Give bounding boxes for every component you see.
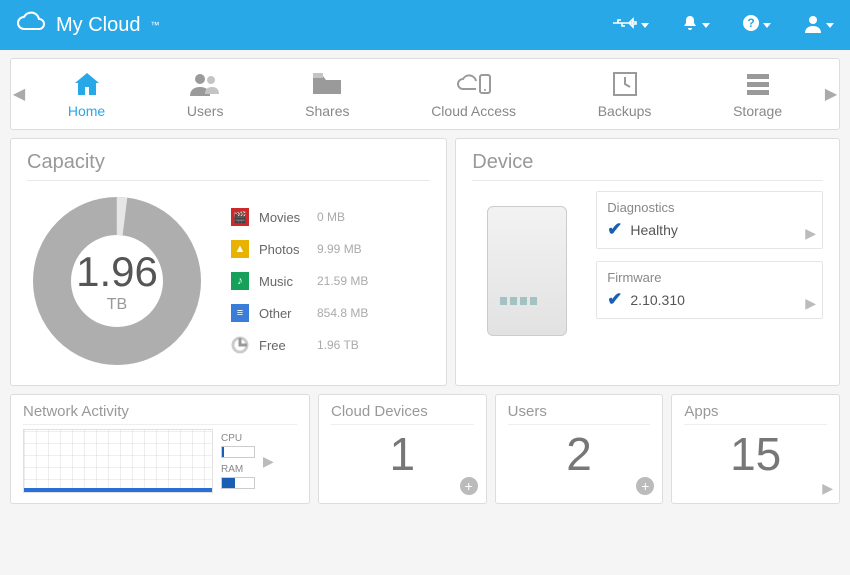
chevron-down-icon bbox=[641, 23, 649, 28]
legend-free: Free1.96 TB bbox=[231, 336, 368, 354]
check-icon: ✔ bbox=[607, 219, 622, 240]
folder-icon bbox=[311, 69, 343, 99]
topbar: My Cloud ™ ? bbox=[0, 0, 850, 50]
device-image bbox=[472, 191, 582, 351]
usb-icon bbox=[612, 16, 638, 35]
firmware-title: Firmware bbox=[607, 270, 812, 285]
storage-icon bbox=[744, 69, 772, 99]
diagnostics-card[interactable]: Diagnostics ✔ Healthy ▶ bbox=[596, 191, 823, 249]
device-title: Device bbox=[472, 151, 823, 181]
capacity-donut: 1.96 TB bbox=[27, 191, 207, 371]
movies-icon: 🎬 bbox=[231, 208, 249, 226]
nav-home[interactable]: Home bbox=[58, 65, 115, 123]
home-icon bbox=[72, 69, 102, 99]
users-title: Users bbox=[508, 403, 651, 425]
cpu-label: CPU bbox=[221, 433, 255, 444]
chevron-down-icon bbox=[763, 23, 771, 28]
capacity-value: 1.96 bbox=[76, 248, 158, 296]
nav-label: Backups bbox=[598, 103, 652, 119]
notifications-menu[interactable] bbox=[681, 14, 710, 37]
legend-photos: ▲Photos9.99 MB bbox=[231, 240, 368, 258]
bell-icon bbox=[681, 14, 699, 37]
nav-next[interactable]: ▶ bbox=[823, 84, 839, 104]
topbar-actions: ? bbox=[612, 13, 834, 38]
cloud-devices-panel[interactable]: Cloud Devices 1 + bbox=[318, 394, 487, 504]
cloud-logo-icon bbox=[16, 11, 46, 39]
tm-mark: ™ bbox=[150, 20, 159, 30]
nav-label: Shares bbox=[305, 103, 349, 119]
help-icon: ? bbox=[742, 14, 760, 37]
chevron-right-icon: ▶ bbox=[805, 225, 816, 242]
nav-backups[interactable]: Backups bbox=[588, 65, 662, 123]
network-chart bbox=[23, 429, 213, 493]
user-icon bbox=[803, 13, 823, 38]
diagnostics-value: Healthy bbox=[630, 222, 677, 238]
nav-label: Home bbox=[68, 103, 105, 119]
diagnostics-title: Diagnostics bbox=[607, 200, 812, 215]
nav-label: Storage bbox=[733, 103, 782, 119]
nav-users[interactable]: Users bbox=[177, 65, 234, 123]
apps-title: Apps bbox=[684, 403, 827, 425]
cloud-devices-title: Cloud Devices bbox=[331, 403, 474, 425]
chevron-down-icon bbox=[702, 23, 710, 28]
add-user-button[interactable]: + bbox=[636, 477, 654, 495]
chevron-right-icon[interactable]: ▶ bbox=[263, 453, 274, 470]
chevron-down-icon bbox=[826, 23, 834, 28]
legend-music: ♪Music21.59 MB bbox=[231, 272, 368, 290]
check-icon: ✔ bbox=[607, 289, 622, 310]
svg-text:?: ? bbox=[747, 16, 754, 30]
apps-value: 15 bbox=[684, 429, 827, 477]
nav-label: Cloud Access bbox=[431, 103, 516, 119]
help-menu[interactable]: ? bbox=[742, 14, 771, 37]
cloud-devices-value: 1 bbox=[331, 429, 474, 477]
photos-icon: ▲ bbox=[231, 240, 249, 258]
nav-cloud-access[interactable]: Cloud Access bbox=[421, 65, 526, 123]
free-icon bbox=[231, 336, 249, 354]
file-icon: ≡ bbox=[231, 304, 249, 322]
nav-storage[interactable]: Storage bbox=[723, 65, 792, 123]
backup-icon bbox=[611, 69, 639, 99]
usb-menu[interactable] bbox=[612, 16, 649, 35]
network-title: Network Activity bbox=[23, 403, 297, 425]
nav-label: Users bbox=[187, 103, 224, 119]
nav-prev[interactable]: ◀ bbox=[11, 84, 27, 104]
cpu-meter: CPU bbox=[221, 433, 255, 458]
users-icon bbox=[188, 69, 222, 99]
brand-title: My Cloud bbox=[56, 14, 140, 37]
chevron-right-icon: ▶ bbox=[822, 480, 833, 497]
cloud-device-icon bbox=[456, 69, 492, 99]
users-panel[interactable]: Users 2 + bbox=[495, 394, 664, 504]
music-icon: ♪ bbox=[231, 272, 249, 290]
capacity-legend: 🎬Movies0 MB ▲Photos9.99 MB ♪Music21.59 M… bbox=[231, 208, 368, 354]
nav-shares[interactable]: Shares bbox=[295, 65, 359, 123]
capacity-unit: TB bbox=[107, 296, 127, 314]
legend-other: ≡Other854.8 MB bbox=[231, 304, 368, 322]
users-value: 2 bbox=[508, 429, 651, 477]
legend-movies: 🎬Movies0 MB bbox=[231, 208, 368, 226]
user-menu[interactable] bbox=[803, 13, 834, 38]
ram-meter: RAM bbox=[221, 464, 255, 489]
capacity-title: Capacity bbox=[27, 151, 430, 181]
apps-panel[interactable]: Apps 15 ▶ bbox=[671, 394, 840, 504]
network-activity-panel: Network Activity CPU RAM ▶ bbox=[10, 394, 310, 504]
brand: My Cloud ™ bbox=[16, 11, 159, 39]
firmware-card[interactable]: Firmware ✔ 2.10.310 ▶ bbox=[596, 261, 823, 319]
firmware-value: 2.10.310 bbox=[630, 292, 685, 308]
ram-label: RAM bbox=[221, 464, 255, 475]
add-cloud-device-button[interactable]: + bbox=[460, 477, 478, 495]
device-panel: Device Diagnostics ✔ Healthy ▶ Firmware ✔… bbox=[455, 138, 840, 386]
capacity-panel: Capacity 1.96 TB 🎬Movies0 MB ▲Photos9.99… bbox=[10, 138, 447, 386]
main-nav: ◀ Home Users Shares Cloud Access Backups bbox=[10, 58, 840, 130]
chevron-right-icon: ▶ bbox=[805, 295, 816, 312]
